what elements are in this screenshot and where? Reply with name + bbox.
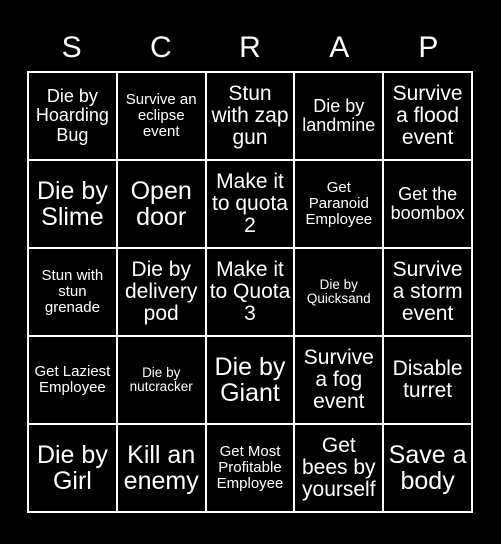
bingo-cell[interactable]: Make it to Quota 3 [206, 249, 294, 335]
bingo-cell[interactable]: Get Paranoid Employee [295, 161, 383, 247]
bingo-cell[interactable]: Die by Giant [206, 337, 294, 423]
bingo-cell[interactable]: Die by landmine [295, 73, 383, 159]
bingo-cell[interactable]: Die by delivery pod [117, 249, 205, 335]
bingo-cell[interactable]: Get bees by yourself [295, 425, 383, 511]
bingo-cell[interactable]: Survive a flood event [384, 73, 471, 159]
bingo-cell[interactable]: Survive a storm event [384, 249, 471, 335]
bingo-cell[interactable]: Disable turret [384, 337, 471, 423]
bingo-grid: Die by Hoarding Bug Survive an eclipse e… [27, 71, 473, 513]
bingo-cell[interactable]: Die by nutcracker [117, 337, 205, 423]
header-letter-2: C [149, 31, 172, 64]
bingo-header: S C R A P [27, 26, 473, 70]
bingo-cell[interactable]: Open door [117, 161, 205, 247]
bingo-cell[interactable]: Die by Girl [29, 425, 116, 511]
bingo-cell[interactable]: Survive an eclipse event [117, 73, 205, 159]
bingo-cell[interactable]: Get the boombox [384, 161, 471, 247]
bingo-cell[interactable]: Make it to quota 2 [206, 161, 294, 247]
bingo-cell[interactable]: Kill an enemy [117, 425, 205, 511]
header-letter-5: P [418, 31, 439, 64]
bingo-cell[interactable]: Stun with stun grenade [29, 249, 116, 335]
header-letter-4: A [329, 31, 350, 64]
bingo-cell[interactable]: Stun with zap gun [206, 73, 294, 159]
bingo-cell[interactable]: Save a body [384, 425, 471, 511]
bingo-cell[interactable]: Get Laziest Employee [29, 337, 116, 423]
header-letter-1: S [61, 31, 82, 64]
bingo-card: S C R A P Die by Hoarding Bug Survive an… [0, 0, 501, 544]
bingo-cell[interactable]: Get Most Profitable Employee [206, 425, 294, 511]
bingo-cell[interactable]: Die by Hoarding Bug [29, 73, 116, 159]
bingo-cell[interactable]: Survive a fog event [295, 337, 383, 423]
bingo-cell[interactable]: Die by Slime [29, 161, 116, 247]
bingo-cell[interactable]: Die by Quicksand [295, 249, 383, 335]
header-letter-3: R [239, 31, 261, 64]
